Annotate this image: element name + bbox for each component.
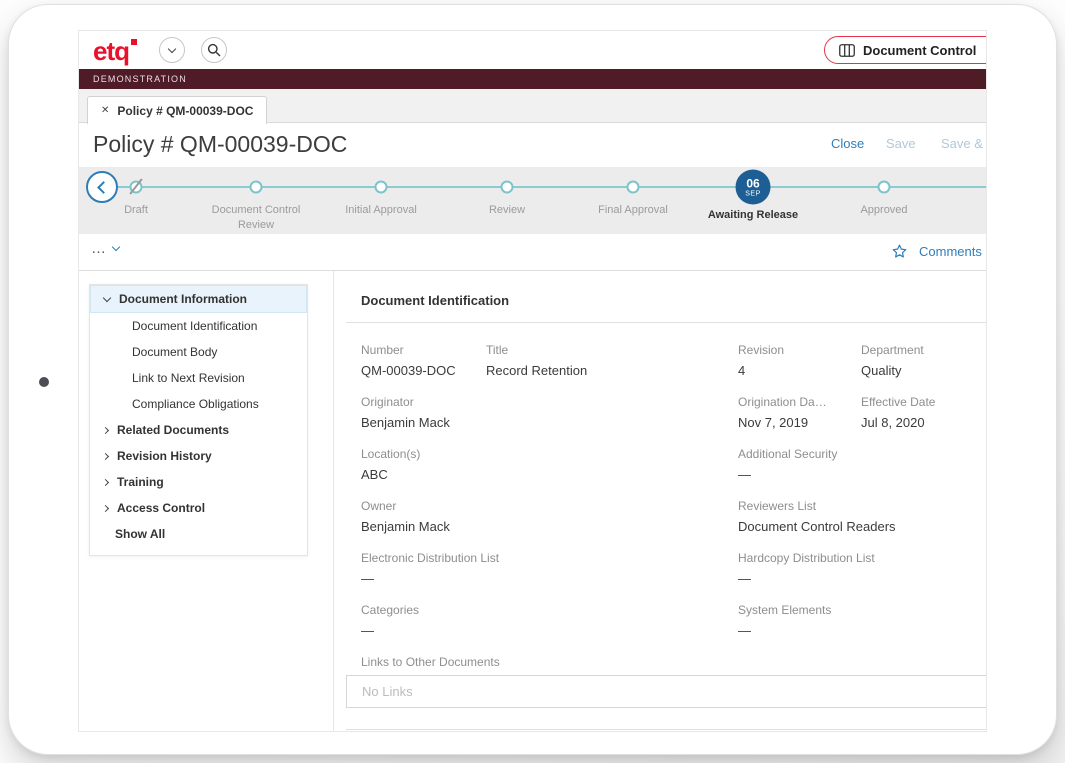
field-grid: Number QM-00039-DOC Title Record Retenti… (346, 323, 986, 669)
tree-section-label: Related Documents (117, 423, 229, 437)
tree-section-label: Document Information (119, 292, 247, 306)
field-origination-date: Origination Da… Nov 7, 2019 (738, 395, 861, 430)
tree-section-label: Access Control (117, 501, 205, 515)
stage-label: Draft (79, 203, 196, 218)
sidebar-item-link-to-next-revision[interactable]: Link to Next Revision (90, 365, 307, 391)
section-title: Document Identification (346, 284, 986, 323)
chevron-right-icon (102, 478, 109, 485)
save-button[interactable]: Save (886, 136, 916, 151)
module-selector-label: Document Control (863, 43, 976, 58)
title-bar: Policy # QM-00039-DOC Close Save Save & (79, 123, 986, 167)
stage-label: Approved (824, 203, 944, 218)
field-locations: Location(s) ABC (361, 447, 738, 482)
field-originator: Originator Benjamin Mack (361, 395, 738, 430)
module-selector-button[interactable]: Document Control (824, 36, 986, 64)
favorite-star-button[interactable] (891, 243, 908, 260)
search-icon (207, 43, 221, 57)
field-effective-date: Effective Date Jul 8, 2020 (861, 395, 986, 430)
next-section-divider (346, 729, 986, 730)
chevron-right-icon (102, 426, 109, 433)
field-revision: Revision 4 (738, 343, 861, 378)
field-owner: Owner Benjamin Mack (361, 499, 738, 534)
save-and-button[interactable]: Save & (941, 136, 983, 151)
workflow-back-button[interactable] (86, 171, 118, 203)
nav-dropdown-button[interactable] (159, 37, 185, 63)
field-number: Number QM-00039-DOC (361, 343, 486, 378)
etq-application: etq (79, 31, 986, 731)
search-button[interactable] (201, 37, 227, 63)
tree-section-label: Revision History (117, 449, 212, 463)
sidebar-item-show-all[interactable]: Show All (90, 521, 307, 547)
stage-label: Awaiting Release (693, 208, 813, 223)
close-icon[interactable]: ✕ (101, 105, 109, 116)
close-button[interactable]: Close (831, 136, 864, 151)
document-toolbar: … Comments (79, 234, 986, 271)
chevron-right-icon (102, 452, 109, 459)
chevron-down-icon (103, 293, 111, 301)
sidebar-item-document-body[interactable]: Document Body (90, 339, 307, 365)
field-categories: Categories — (361, 603, 738, 638)
field-hardcopy-distribution-list: Hardcopy Distribution List — (738, 551, 986, 586)
field-additional-security: Additional Security — (738, 447, 986, 482)
stage-node (878, 181, 891, 194)
sidebar-item-document-identification[interactable]: Document Identification (90, 313, 307, 339)
stage-node (627, 181, 640, 194)
field-reviewers-list: Reviewers List Document Control Readers (738, 499, 986, 534)
more-actions-button[interactable]: … (91, 240, 119, 257)
sidebar-item-compliance-obligations[interactable]: Compliance Obligations (90, 391, 307, 417)
comments-link[interactable]: Comments (919, 244, 982, 259)
stage-label: Review (447, 203, 567, 218)
stage-date-month: SEP (745, 190, 761, 197)
field-department: Department Quality (861, 343, 986, 378)
tablet-frame: etq (8, 4, 1057, 755)
sidebar-item-related-documents[interactable]: Related Documents (90, 417, 307, 443)
tablet-camera (39, 377, 49, 387)
chevron-down-icon (112, 243, 120, 251)
chevron-down-icon (168, 44, 176, 52)
field-electronic-distribution-list: Electronic Distribution List — (361, 551, 738, 586)
etq-logo-text: etq (93, 36, 129, 66)
stage-date-day: 06 (746, 177, 759, 189)
stage-label: Initial Approval (321, 203, 441, 218)
workflow-stepper: Draft Document Control Review Initial Ap… (79, 167, 986, 234)
stage-node (501, 181, 514, 194)
module-grid-icon (839, 44, 855, 57)
page-title: Policy # QM-00039-DOC (93, 131, 347, 158)
links-to-other-documents-label: Links to Other Documents (361, 655, 986, 669)
top-bar: etq (79, 31, 986, 69)
document-identification-panel: Document Identification Number QM-00039-… (346, 284, 986, 730)
tree-section-label: Training (117, 475, 164, 489)
sidebar-item-revision-history[interactable]: Revision History (90, 443, 307, 469)
etq-logo: etq (93, 36, 129, 67)
stage-node (375, 181, 388, 194)
chevron-right-icon (102, 504, 109, 511)
field-title: Title Record Retention (486, 343, 738, 378)
environment-banner: DEMONSTRATION (79, 69, 986, 89)
sidebar-item-document-information[interactable]: Document Information (90, 285, 307, 313)
app-screen: etq (79, 31, 986, 731)
sidebar-item-training[interactable]: Training (90, 469, 307, 495)
stage-node (250, 181, 263, 194)
workflow-line (99, 186, 986, 188)
star-icon (891, 243, 908, 260)
ellipsis-icon: … (91, 240, 106, 257)
sidebar-item-access-control[interactable]: Access Control (90, 495, 307, 521)
stage-label: Final Approval (573, 203, 693, 218)
sidebar-content-divider (333, 271, 334, 731)
chevron-left-icon (97, 181, 110, 194)
main-area: Document Information Document Identifica… (79, 271, 986, 731)
current-stage-date-badge: 06 SEP (736, 170, 771, 205)
tab-policy-document[interactable]: ✕ Policy # QM-00039-DOC (87, 96, 267, 124)
document-section-tree: Document Information Document Identifica… (89, 284, 308, 556)
field-system-elements: System Elements — (738, 603, 986, 638)
etq-logo-mark (131, 39, 137, 45)
stage-label: Document Control Review (196, 203, 316, 233)
links-empty-list: No Links (346, 675, 986, 708)
tab-label: Policy # QM-00039-DOC (117, 104, 253, 118)
